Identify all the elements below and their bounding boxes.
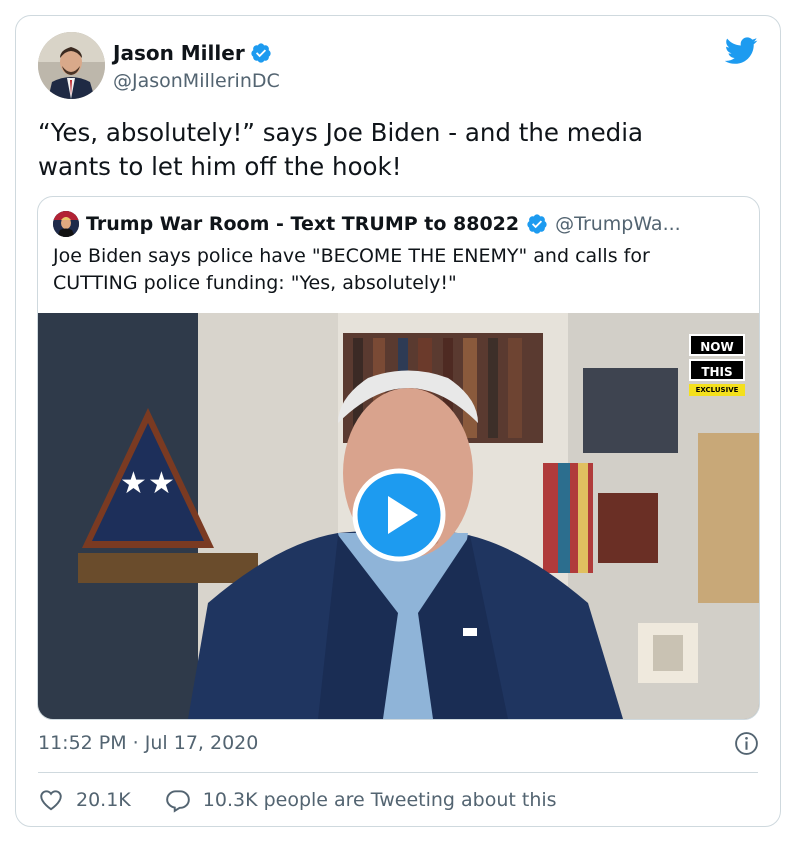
twitter-bird-icon[interactable] (725, 37, 758, 65)
video-thumbnail[interactable]: ★ ★ NOW THIS EXCLUSIVE (38, 313, 759, 719)
quoted-name[interactable]: Trump War Room - Text TRUMP to 88022 (86, 212, 519, 236)
action-bar: 20.1K 10.3K people are Tweeting about th… (38, 787, 557, 813)
quoted-handle[interactable]: @TrumpWa... (555, 212, 681, 236)
heart-icon (40, 790, 62, 811)
tweet-text: “Yes, absolutely!” says Joe Biden - and … (38, 118, 644, 181)
author-name[interactable]: Jason Miller (113, 41, 272, 65)
tweet-timestamp[interactable]: 11:52 PM · Jul 17, 2020 (38, 731, 258, 755)
nowthis-watermark: NOW THIS EXCLUSIVE (689, 334, 745, 396)
author-name-text[interactable]: Jason Miller (113, 41, 245, 65)
tweeting-about-button[interactable]: 10.3K people are Tweeting about this (165, 787, 557, 813)
divider (38, 772, 758, 773)
author-avatar[interactable] (38, 32, 105, 99)
tweet-card: Jason Miller @JasonMillerinDC “Yes, abso… (15, 15, 781, 827)
quoted-header: Trump War Room - Text TRUMP to 88022 @Tr… (53, 211, 681, 237)
watermark-line2: THIS (689, 359, 745, 381)
tweeting-about-text: 10.3K people are Tweeting about this (202, 789, 557, 811)
play-icon[interactable] (352, 468, 446, 562)
author-handle[interactable]: @JasonMillerinDC (113, 69, 280, 93)
like-count: 20.1K (76, 789, 131, 811)
watermark-line1: NOW (689, 334, 745, 356)
svg-text:★: ★ (148, 466, 175, 501)
info-icon[interactable] (734, 731, 759, 756)
quoted-tweet[interactable]: Trump War Room - Text TRUMP to 88022 @Tr… (37, 196, 760, 720)
comment-icon (165, 790, 190, 813)
quoted-avatar[interactable] (53, 211, 79, 237)
watermark-exclusive: EXCLUSIVE (689, 384, 745, 396)
svg-text:★: ★ (120, 466, 147, 501)
verified-badge-icon (251, 43, 271, 63)
quoted-text: Joe Biden says police have "BECOME THE E… (53, 245, 650, 294)
verified-badge-icon (527, 214, 547, 234)
like-button[interactable]: 20.1K (38, 787, 131, 813)
